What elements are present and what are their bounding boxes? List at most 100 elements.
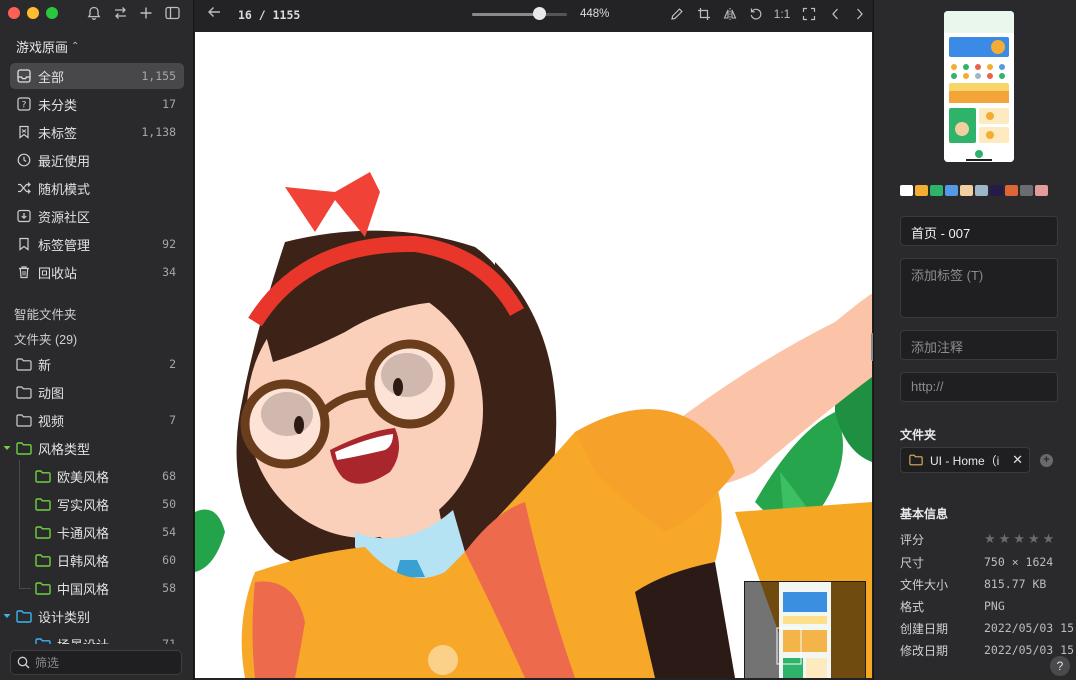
minimize-window-button[interactable] (27, 7, 39, 19)
help-button[interactable]: ? (1050, 656, 1070, 676)
sidebar-item-untagged[interactable]: 未标签 1,138 (10, 119, 184, 145)
bell-icon[interactable] (84, 4, 104, 22)
folder-icon (35, 497, 51, 511)
name-value: 首页 - 007 (911, 226, 971, 241)
library-switcher[interactable]: 游戏原画 ⌃ (16, 37, 79, 56)
crop-icon[interactable] (694, 5, 714, 23)
folder-item[interactable]: 视频 7 (16, 407, 182, 433)
actual-size-button[interactable]: 1:1 (771, 5, 793, 23)
zoom-slider-knob[interactable] (533, 7, 547, 20)
chevron-down-icon[interactable] (2, 611, 12, 621)
remove-folder-icon[interactable]: ✕ (1012, 452, 1023, 468)
chevron-updown-icon: ⌃ (71, 41, 80, 52)
sidebar-item-trash[interactable]: 回收站 34 (10, 259, 184, 285)
add-folder-icon[interactable]: + (1040, 454, 1053, 467)
filter-input[interactable] (35, 655, 165, 670)
color-swatch[interactable] (930, 185, 943, 196)
url-placeholder: http:// (911, 379, 944, 394)
url-field[interactable]: http:// (900, 372, 1058, 402)
previous-icon[interactable] (825, 5, 845, 23)
color-swatch[interactable] (990, 185, 1003, 196)
color-swatch[interactable] (975, 185, 988, 196)
star-icon[interactable]: ★ (1028, 531, 1040, 547)
smart-folders-heading[interactable]: 智能文件夹 (14, 304, 77, 323)
folder-icon (35, 581, 51, 595)
svg-text:?: ? (22, 101, 27, 111)
star-icon[interactable]: ★ (999, 531, 1011, 547)
star-icon[interactable]: ★ (1013, 531, 1025, 547)
color-swatch[interactable] (1005, 185, 1018, 196)
folder-clip: 场景设计 71 (0, 630, 193, 644)
navigator-minimap[interactable] (744, 581, 866, 678)
tree-guide (19, 460, 20, 588)
maximize-window-button[interactable] (46, 7, 58, 19)
sidebar-item-label: 资源社区 (38, 209, 91, 225)
sidebar-item-recent[interactable]: 最近使用 (10, 147, 184, 173)
color-swatch[interactable] (960, 185, 973, 196)
sidebar-item-random[interactable]: 随机模式 (10, 175, 184, 201)
chevron-down-icon[interactable] (2, 443, 12, 453)
flip-icon[interactable] (720, 5, 740, 23)
color-swatch[interactable] (1020, 185, 1033, 196)
folder-item[interactable]: 写实风格 50 (35, 491, 182, 517)
folder-item[interactable]: 场景设计 71 (35, 631, 182, 644)
rating-label: 评分 (900, 532, 925, 547)
folder-item-style-type[interactable]: 风格类型 (2, 435, 182, 461)
folder-chip[interactable]: UI - Home（i ✕ (900, 447, 1030, 473)
fullscreen-icon[interactable] (799, 5, 819, 23)
folder-item[interactable]: 卡通风格 54 (35, 519, 182, 545)
star-icon[interactable]: ★ (984, 531, 996, 547)
color-swatch[interactable] (900, 185, 913, 196)
folder-item[interactable]: 日韩风格 60 (35, 547, 182, 573)
sidebar-item-uncategorized[interactable]: ? 未分类 17 (10, 91, 184, 117)
modified-label: 修改日期 (900, 643, 949, 658)
page-indicator: 16 / 1155 (238, 8, 301, 22)
trash-icon (16, 264, 32, 280)
folder-item-design-category[interactable]: 设计类别 (2, 603, 182, 629)
color-swatch[interactable] (945, 185, 958, 196)
add-icon[interactable] (136, 4, 156, 22)
tags-field[interactable]: 添加标签 (T) (900, 258, 1058, 318)
sidebar-item-tags[interactable]: 标签管理 92 (10, 231, 184, 257)
folder-item[interactable]: 动图 (16, 379, 182, 405)
folder-chip-label: UI - Home（i (930, 453, 1000, 468)
folder-icon (16, 413, 32, 427)
folder-item[interactable]: 欧美风格 68 (35, 463, 182, 489)
rating-stars[interactable]: ★ ★ ★ ★ ★ (984, 531, 1054, 547)
folder-label: 设计类别 (38, 609, 91, 625)
star-icon[interactable]: ★ (1043, 531, 1055, 547)
sidebar-item-community[interactable]: 资源社区 (10, 203, 184, 229)
sidebar-item-count: 17 (162, 97, 176, 111)
close-window-button[interactable] (8, 7, 20, 19)
folders-heading[interactable]: 文件夹 (29) (14, 329, 77, 348)
image-thumbnail[interactable] (944, 11, 1014, 162)
back-arrow-icon[interactable] (207, 5, 221, 23)
sidebar-item-label: 标签管理 (38, 237, 91, 253)
sync-arrows-icon[interactable] (110, 4, 130, 22)
filter-search[interactable] (10, 650, 182, 675)
sidebar-item-count: 1,138 (141, 125, 176, 139)
next-icon[interactable] (850, 5, 870, 23)
download-box-icon (16, 208, 32, 224)
minimap-viewport[interactable] (776, 627, 802, 665)
notes-field[interactable]: 添加注释 (900, 330, 1058, 360)
modified-row: 修改日期 2022/05/03 15 (900, 639, 1075, 661)
zoom-slider[interactable] (472, 13, 567, 16)
sidebar-item-label: 最近使用 (38, 153, 91, 169)
folder-icon (16, 441, 32, 455)
size-value: 750 × 1624 (984, 555, 1054, 569)
zoomed-image[interactable] (195, 32, 872, 678)
folder-item[interactable]: 中国风格 58 (35, 575, 182, 601)
name-field[interactable]: 首页 - 007 (900, 216, 1058, 246)
folder-item[interactable]: 新 2 (16, 351, 182, 377)
color-swatch[interactable] (915, 185, 928, 196)
sidebar-toggle-icon[interactable] (162, 4, 182, 22)
folder-label: 风格类型 (38, 441, 91, 457)
color-swatch[interactable] (1035, 185, 1048, 196)
search-icon (17, 656, 30, 669)
pencil-icon[interactable] (667, 5, 687, 23)
sidebar-item-label: 回收站 (38, 265, 78, 281)
bookmark-icon (16, 236, 32, 252)
rotate-icon[interactable] (746, 5, 766, 23)
sidebar-item-all[interactable]: 全部 1,155 (10, 63, 184, 89)
